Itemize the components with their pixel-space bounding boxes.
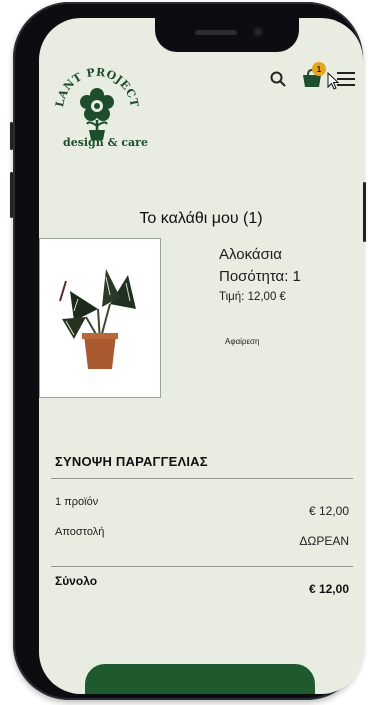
page-title: Το καλάθι μου (1): [139, 210, 263, 227]
phone-screen: PLANT PROJECTS design & care: [39, 18, 363, 694]
search-button[interactable]: [267, 68, 289, 90]
product-quantity: Ποσότητα: 1: [219, 268, 301, 285]
phone-frame: PLANT PROJECTS design & care: [10, 2, 366, 700]
product-price: Τιμή: 12,00 €: [219, 291, 286, 303]
camera: [253, 27, 263, 37]
brand-tagline: design & care: [63, 136, 148, 149]
product-image[interactable]: [39, 238, 161, 398]
product-name[interactable]: Αλοκάσια: [219, 246, 282, 263]
summary-divider: [51, 478, 353, 479]
header-actions: 1: [267, 62, 357, 90]
speaker: [195, 30, 237, 35]
plant-photo: [59, 269, 136, 369]
summary-row-total: Σύνολο € 12,00: [55, 574, 349, 596]
notch: [155, 18, 299, 52]
summary-shipping-label: Αποστολή: [55, 526, 105, 538]
summary-total-value: € 12,00: [308, 582, 349, 596]
summary-items-label: 1 προϊόν: [55, 496, 99, 508]
flower-icon: [80, 88, 114, 140]
summary-row-shipping: Αποστολή ΔΩΡΕΑΝ: [55, 526, 349, 548]
summary-divider: [51, 566, 353, 567]
summary-total-label: Σύνολο: [55, 574, 98, 588]
order-summary-title: ΣΥΝΟΨΗ ΠΑΡΑΓΓΕΛΙΑΣ: [55, 454, 208, 469]
cart-button[interactable]: 1: [301, 62, 326, 90]
summary-row-items: 1 προϊόν € 12,00: [55, 496, 349, 518]
summary-shipping-value: ΔΩΡΕΑΝ: [299, 534, 349, 548]
mouse-cursor-icon: [327, 72, 340, 90]
search-icon: [270, 71, 286, 87]
summary-items-value: € 12,00: [308, 504, 349, 518]
side-button: [10, 122, 13, 150]
side-button: [10, 172, 13, 218]
cart-count-badge: 1: [312, 62, 326, 76]
side-button: [363, 182, 366, 242]
checkout-button[interactable]: [85, 664, 315, 694]
remove-item-link[interactable]: Αφαίρεση: [225, 337, 259, 346]
